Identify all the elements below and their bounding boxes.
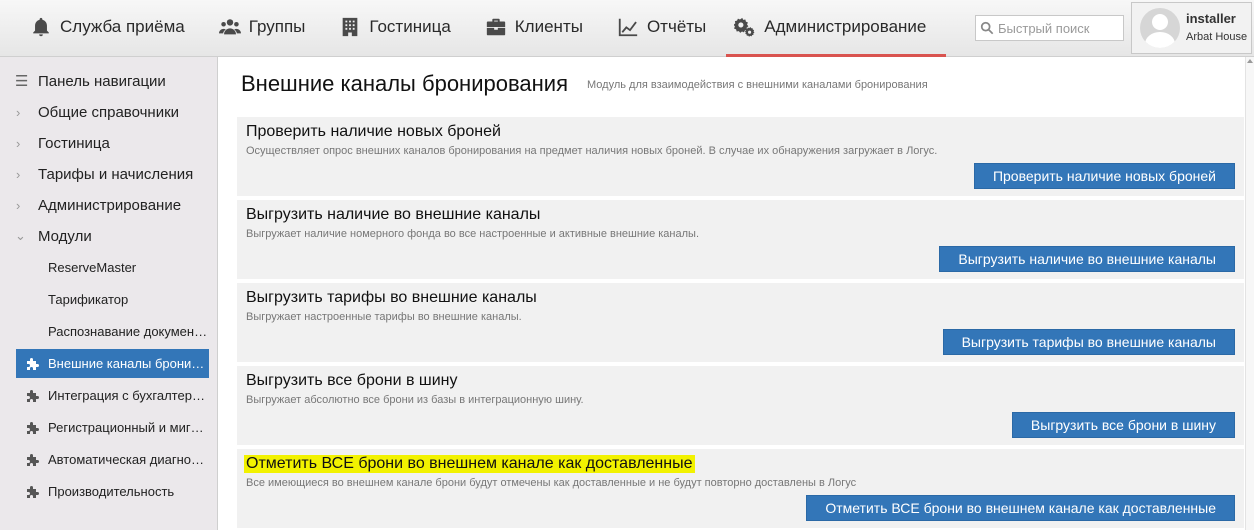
nav-item-front-desk[interactable]: Служба приёма (0, 0, 199, 57)
sidebar-subitem-label: Внешние каналы бронирования (48, 356, 209, 371)
puzzle-icon (27, 453, 39, 466)
sidebar-item-common-dictionaries[interactable]: › Общие справочники (0, 102, 218, 122)
chevron-right-icon: › (16, 166, 21, 182)
vertical-scrollbar[interactable] (1245, 57, 1254, 530)
chevron-right-icon: › (16, 135, 21, 151)
chevron-down-icon: ⌄ (15, 228, 26, 243)
sidebar-item-label: Модули (38, 227, 92, 245)
puzzle-icon (27, 389, 39, 402)
nav-item-administration[interactable]: Администрирование (726, 0, 947, 57)
chevron-right-icon: › (16, 197, 21, 213)
sidebar-item-label: Гостиница (38, 134, 110, 152)
user-menu[interactable]: installer Arbat House (1131, 2, 1252, 54)
user-org: Arbat House (1186, 31, 1248, 44)
search-icon (980, 21, 994, 35)
main-menu: Служба приёма Группы Гостиница Клиенты О… (0, 0, 947, 57)
sidebar-item-modules[interactable]: ⌄ Модули (0, 226, 218, 246)
nav-item-hotel[interactable]: Гостиница (319, 0, 464, 57)
sidebar-subitem-label: Производительность (48, 484, 175, 499)
sidebar: ☰ Панель навигации › Общие справочники ›… (0, 57, 218, 530)
sidebar-item-label: Администрирование (38, 196, 182, 214)
sidebar-subitem-tariffer[interactable]: Тарификатор (16, 285, 209, 314)
sidebar-subitem-performance[interactable]: Производительность (16, 477, 209, 506)
panel-title: Проверить наличие новых броней (246, 123, 501, 140)
scroll-up-arrow-icon[interactable] (1247, 59, 1253, 63)
sidebar-item-navigation-panel[interactable]: ☰ Панель навигации (0, 71, 218, 91)
panel-description: Выгружает настроенные тарифы во внешние … (246, 311, 522, 323)
sidebar-subitem-external-channels[interactable]: Внешние каналы бронирования (16, 349, 209, 378)
sidebar-subitem-label: Тарификатор (48, 292, 129, 307)
chart-icon (618, 18, 638, 36)
building-icon (343, 17, 358, 36)
panel-title: Выгрузить все брони в шину (246, 372, 458, 389)
quick-search-input[interactable] (998, 20, 1118, 36)
upload-availability-button[interactable]: Выгрузить наличие во внешние каналы (939, 246, 1235, 272)
page-title: Внешние каналы бронирования (241, 71, 568, 96)
nav-item-clients[interactable]: Клиенты (465, 0, 597, 57)
action-panel-mark-delivered: Отметить ВСЕ брони во внешнем канале как… (237, 449, 1244, 528)
nav-item-label: Администрирование (764, 16, 927, 36)
sidebar-subitem-label: Автоматическая диагностика (48, 452, 209, 467)
panel-title: Выгрузить наличие во внешние каналы (246, 206, 541, 223)
puzzle-icon (27, 357, 39, 370)
sidebar-subitem-label: Распознавание документов (48, 324, 209, 339)
nav-item-label: Отчёты (646, 16, 707, 36)
sidebar-item-label: Общие справочники (38, 103, 180, 121)
main-content: Внешние каналы бронирования Модуль для в… (219, 57, 1254, 530)
panel-description: Выгружает наличие номерного фонда во все… (246, 228, 699, 240)
sidebar-subitem-label: Регистрационный и миграционный учёт (48, 420, 209, 435)
nav-item-groups[interactable]: Группы (199, 0, 320, 57)
chevron-right-icon: › (16, 104, 21, 120)
sidebar-subitem-label: ReserveMaster (48, 260, 137, 275)
puzzle-icon (27, 421, 39, 434)
users-icon (218, 18, 241, 34)
sidebar-subitem-diagnostics[interactable]: Автоматическая диагностика (16, 445, 209, 474)
panel-title: Выгрузить тарифы во внешние каналы (246, 289, 537, 306)
quick-search (975, 15, 1124, 41)
sidebar-item-hotel[interactable]: › Гостиница (0, 133, 218, 153)
sidebar-subitem-label: Интеграция с бухгалтерской системой (48, 388, 209, 403)
action-panel-upload-all-bookings: Выгрузить все брони в шину Выгружает абс… (237, 366, 1244, 445)
briefcase-icon (486, 18, 505, 35)
panel-description: Все имеющиеся во внешнем канале брони бу… (246, 477, 857, 489)
page-subtitle: Модуль для взаимодействия с внешними кан… (587, 79, 928, 91)
sidebar-item-label: Тарифы и начисления (38, 165, 194, 183)
sidebar-subitem-accounting-integration[interactable]: Интеграция с бухгалтерской системой (16, 381, 209, 410)
sidebar-item-tariffs[interactable]: › Тарифы и начисления (0, 164, 218, 184)
sidebar-item-label: Панель навигации (38, 72, 166, 90)
sidebar-item-administration[interactable]: › Администрирование (0, 195, 218, 215)
nav-item-label: Служба приёма (60, 16, 185, 36)
nav-item-label: Группы (248, 16, 306, 36)
sidebar-subitem-registration[interactable]: Регистрационный и миграционный учёт (16, 413, 209, 442)
sidebar-subitem-document-recognition[interactable]: Распознавание документов (16, 317, 209, 346)
mark-all-delivered-button[interactable]: Отметить ВСЕ брони во внешнем канале как… (806, 495, 1235, 521)
menu-icon: ☰ (15, 73, 29, 90)
action-panel-check-new-bookings: Проверить наличие новых броней Осуществл… (237, 117, 1244, 196)
puzzle-icon (27, 485, 39, 498)
action-panel-upload-tariffs: Выгрузить тарифы во внешние каналы Выгру… (237, 283, 1244, 362)
gears-icon (734, 17, 755, 37)
panel-description: Выгружает абсолютно все брони из базы в … (246, 394, 584, 406)
nav-item-label: Гостиница (369, 16, 451, 36)
nav-item-reports[interactable]: Отчёты (597, 0, 720, 57)
action-panel-upload-availability: Выгрузить наличие во внешние каналы Выгр… (237, 200, 1244, 279)
panel-description: Осуществляет опрос внешних каналов брони… (246, 145, 938, 157)
avatar (1140, 8, 1180, 48)
upload-all-bookings-button[interactable]: Выгрузить все брони в шину (1011, 412, 1235, 438)
panel-title: Отметить ВСЕ брони во внешнем канале как… (244, 455, 695, 473)
nav-item-label: Клиенты (514, 16, 583, 36)
bell-icon (33, 17, 49, 36)
sidebar-subitem-reservemaster[interactable]: ReserveMaster (16, 253, 209, 282)
top-navigation-bar: Служба приёма Группы Гостиница Клиенты О… (0, 0, 1254, 57)
check-new-bookings-button[interactable]: Проверить наличие новых броней (973, 163, 1235, 189)
user-name: installer (1186, 11, 1236, 26)
upload-tariffs-button[interactable]: Выгрузить тарифы во внешние каналы (942, 329, 1235, 355)
